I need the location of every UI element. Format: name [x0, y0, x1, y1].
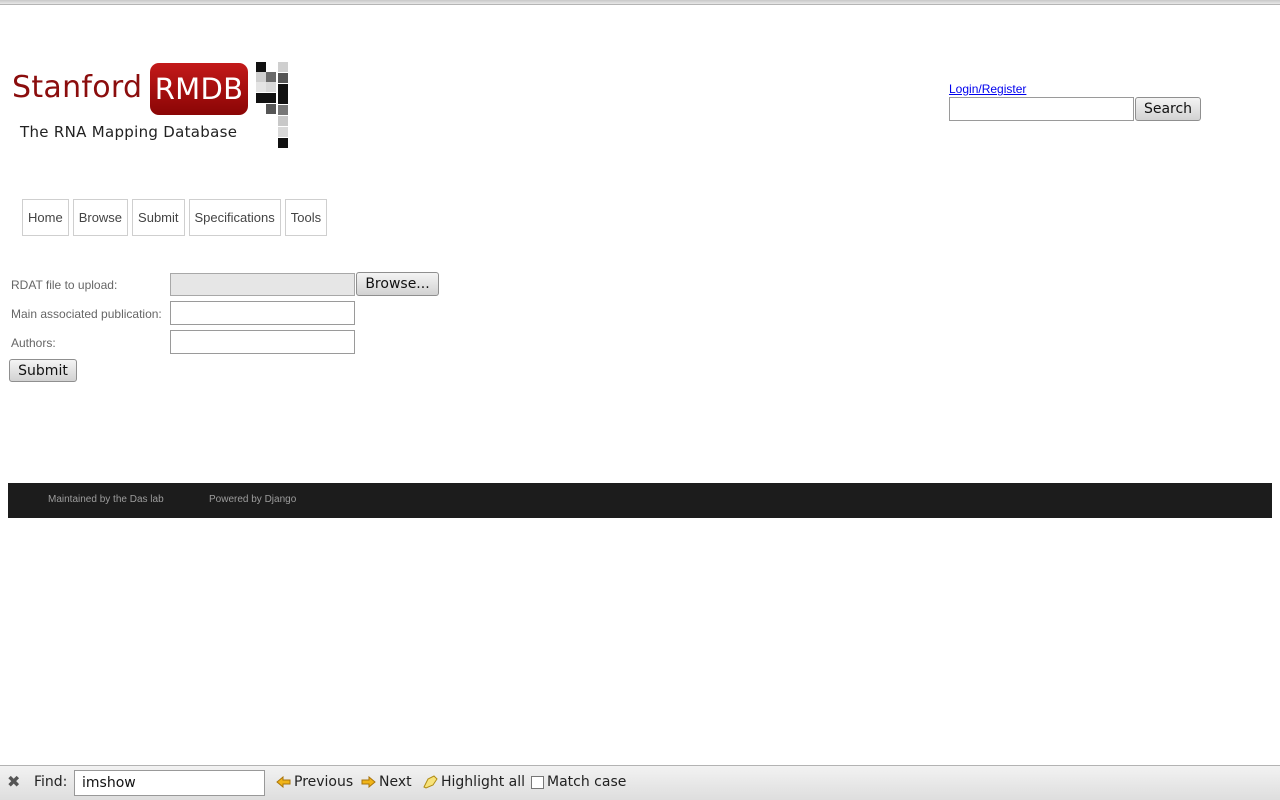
logo-rmdb-badge: RMDB	[150, 63, 248, 115]
main-nav: Home Browse Submit Specifications Tools	[22, 199, 328, 236]
find-label: Find:	[34, 774, 68, 790]
publication-input[interactable]	[170, 301, 355, 325]
rdat-file-label: RDAT file to upload:	[11, 278, 118, 292]
find-next-label: Next	[379, 774, 412, 790]
site-logo[interactable]: Stanford RMDB The RNA Mapping Database	[12, 60, 302, 152]
logo-heatmap-graphic	[254, 60, 294, 152]
find-input[interactable]	[74, 770, 265, 796]
footer-maintained-text: Maintained by the Das lab	[48, 494, 164, 505]
footer-powered-text: Powered by Django	[209, 494, 297, 505]
highlight-all-label: Highlight all	[441, 774, 526, 790]
logo-stanford-text: Stanford	[12, 70, 143, 105]
highlighter-icon	[423, 775, 438, 789]
close-icon[interactable]: ✖	[7, 774, 23, 790]
logo-subtitle: The RNA Mapping Database	[20, 123, 238, 141]
search-button[interactable]: Search	[1135, 97, 1201, 121]
find-next-button[interactable]: Next	[361, 774, 412, 790]
find-bar: ✖ Find: Previous Next Highlight all Matc…	[0, 765, 1280, 800]
site-footer: Maintained by the Das lab Powered by Dja…	[8, 483, 1272, 518]
nav-item-specifications[interactable]: Specifications	[188, 199, 281, 236]
nav-item-submit[interactable]: Submit	[132, 199, 185, 236]
authors-input[interactable]	[170, 330, 355, 354]
find-previous-label: Previous	[294, 774, 354, 790]
publication-label: Main associated publication:	[11, 307, 162, 321]
nav-item-tools[interactable]: Tools	[284, 199, 328, 236]
highlight-all-button[interactable]: Highlight all	[422, 774, 525, 790]
search-input[interactable]	[949, 97, 1134, 121]
nav-item-home[interactable]: Home	[22, 199, 69, 236]
login-register-link[interactable]: Login/Register	[949, 82, 1026, 96]
match-case-toggle[interactable]: Match case	[531, 774, 626, 790]
submit-button[interactable]: Submit	[9, 359, 77, 382]
rdat-file-field[interactable]	[170, 273, 355, 296]
find-previous-button[interactable]: Previous	[276, 774, 353, 790]
authors-label: Authors:	[11, 336, 56, 350]
arrow-right-icon	[361, 776, 376, 788]
browse-button[interactable]: Browse...	[356, 272, 439, 296]
match-case-checkbox[interactable]	[531, 775, 544, 789]
browser-top-border	[0, 0, 1280, 5]
arrow-left-icon	[276, 776, 291, 788]
match-case-label: Match case	[547, 774, 627, 790]
nav-item-browse[interactable]: Browse	[72, 199, 129, 236]
